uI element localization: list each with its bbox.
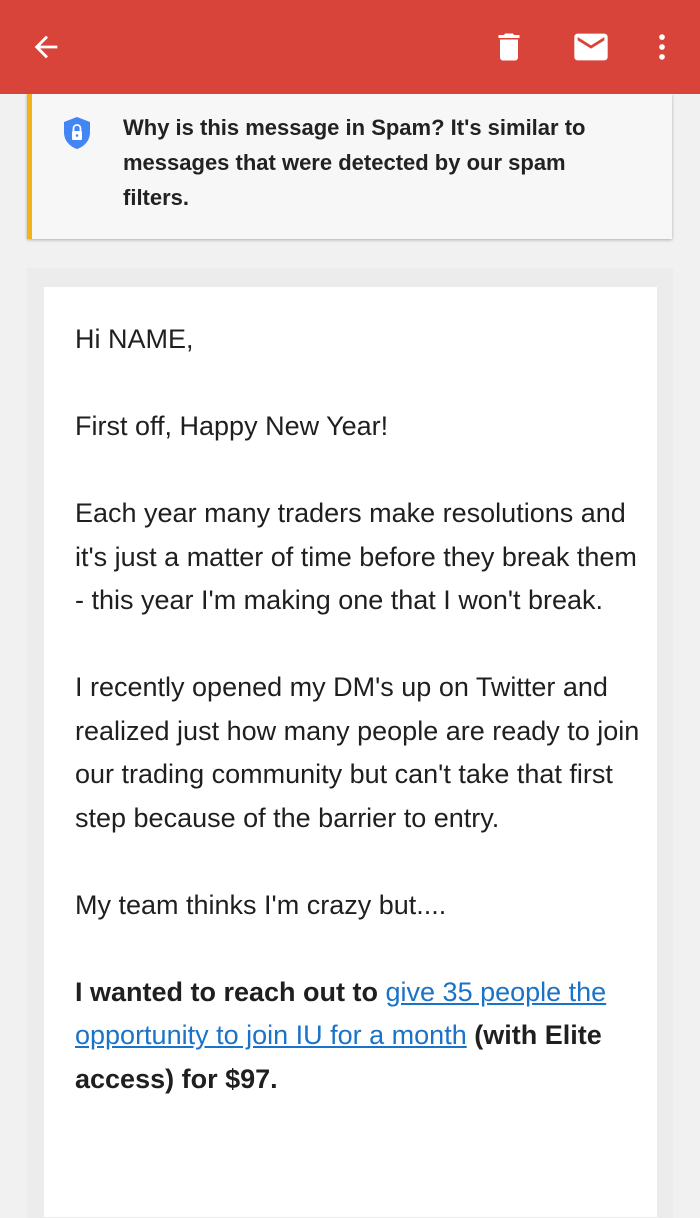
spam-notice: Why is this message in Spam? It's simila…: [27, 94, 672, 239]
offer-paragraph: I wanted to reach out to give 35 people …: [75, 971, 645, 1102]
paragraph: Each year many traders make resolutions …: [75, 498, 637, 615]
message-body: Hi NAME, First off, Happy New Year! Each…: [75, 318, 645, 1145]
shield-lock-icon: [64, 117, 90, 149]
mark-unread-button[interactable]: [562, 0, 620, 94]
trash-icon: [498, 33, 520, 61]
paragraph: First off, Happy New Year!: [75, 411, 389, 441]
delete-button[interactable]: [480, 0, 538, 94]
back-button[interactable]: [14, 0, 78, 94]
paragraph: I recently opened my DM's up on Twitter …: [75, 672, 640, 833]
mail-icon: [574, 33, 608, 61]
more-vert-icon: [659, 34, 665, 60]
offer-text-prefix: I wanted to reach out to: [75, 976, 386, 1007]
paragraph: My team thinks I'm crazy but....: [75, 889, 447, 920]
app-bar: [0, 0, 700, 94]
spam-notice-text: Why is this message in Spam? It's simila…: [123, 115, 586, 210]
greeting: Hi NAME,: [75, 324, 194, 354]
more-options-button[interactable]: [640, 0, 684, 94]
back-arrow-icon: [34, 35, 58, 59]
